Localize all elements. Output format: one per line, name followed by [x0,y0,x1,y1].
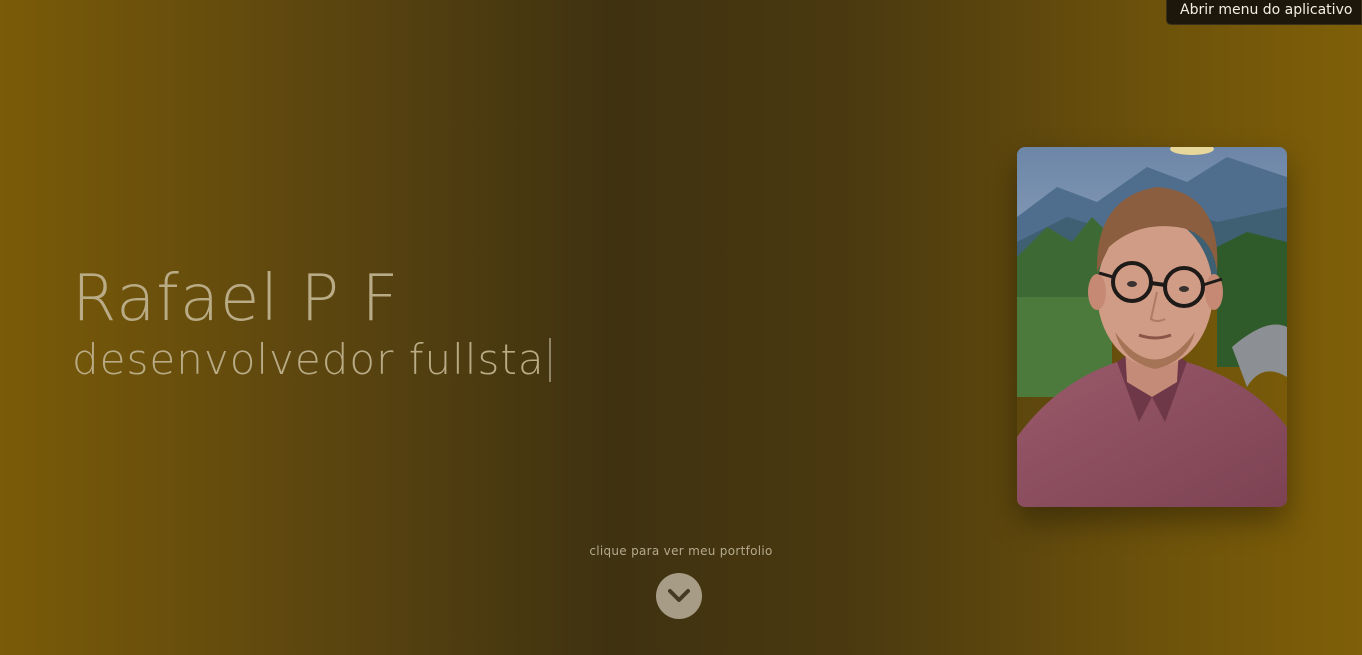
profile-photo [1017,147,1287,507]
chevron-down-icon [668,589,690,602]
open-app-menu-button[interactable]: Abrir menu do aplicativo [1166,0,1362,25]
portfolio-cta-text: clique para ver meu portfolio [589,544,773,558]
hero-section: Abrir menu do aplicativo Rafael P F dese… [0,0,1362,655]
scroll-to-portfolio-button[interactable] [656,573,702,619]
hero-role-line: desenvolvedor fullsta [72,330,551,390]
hero-name: Rafael P F [72,262,400,336]
typing-cursor [548,338,551,382]
hero-role-typed-text: desenvolvedor fullsta [72,335,545,384]
